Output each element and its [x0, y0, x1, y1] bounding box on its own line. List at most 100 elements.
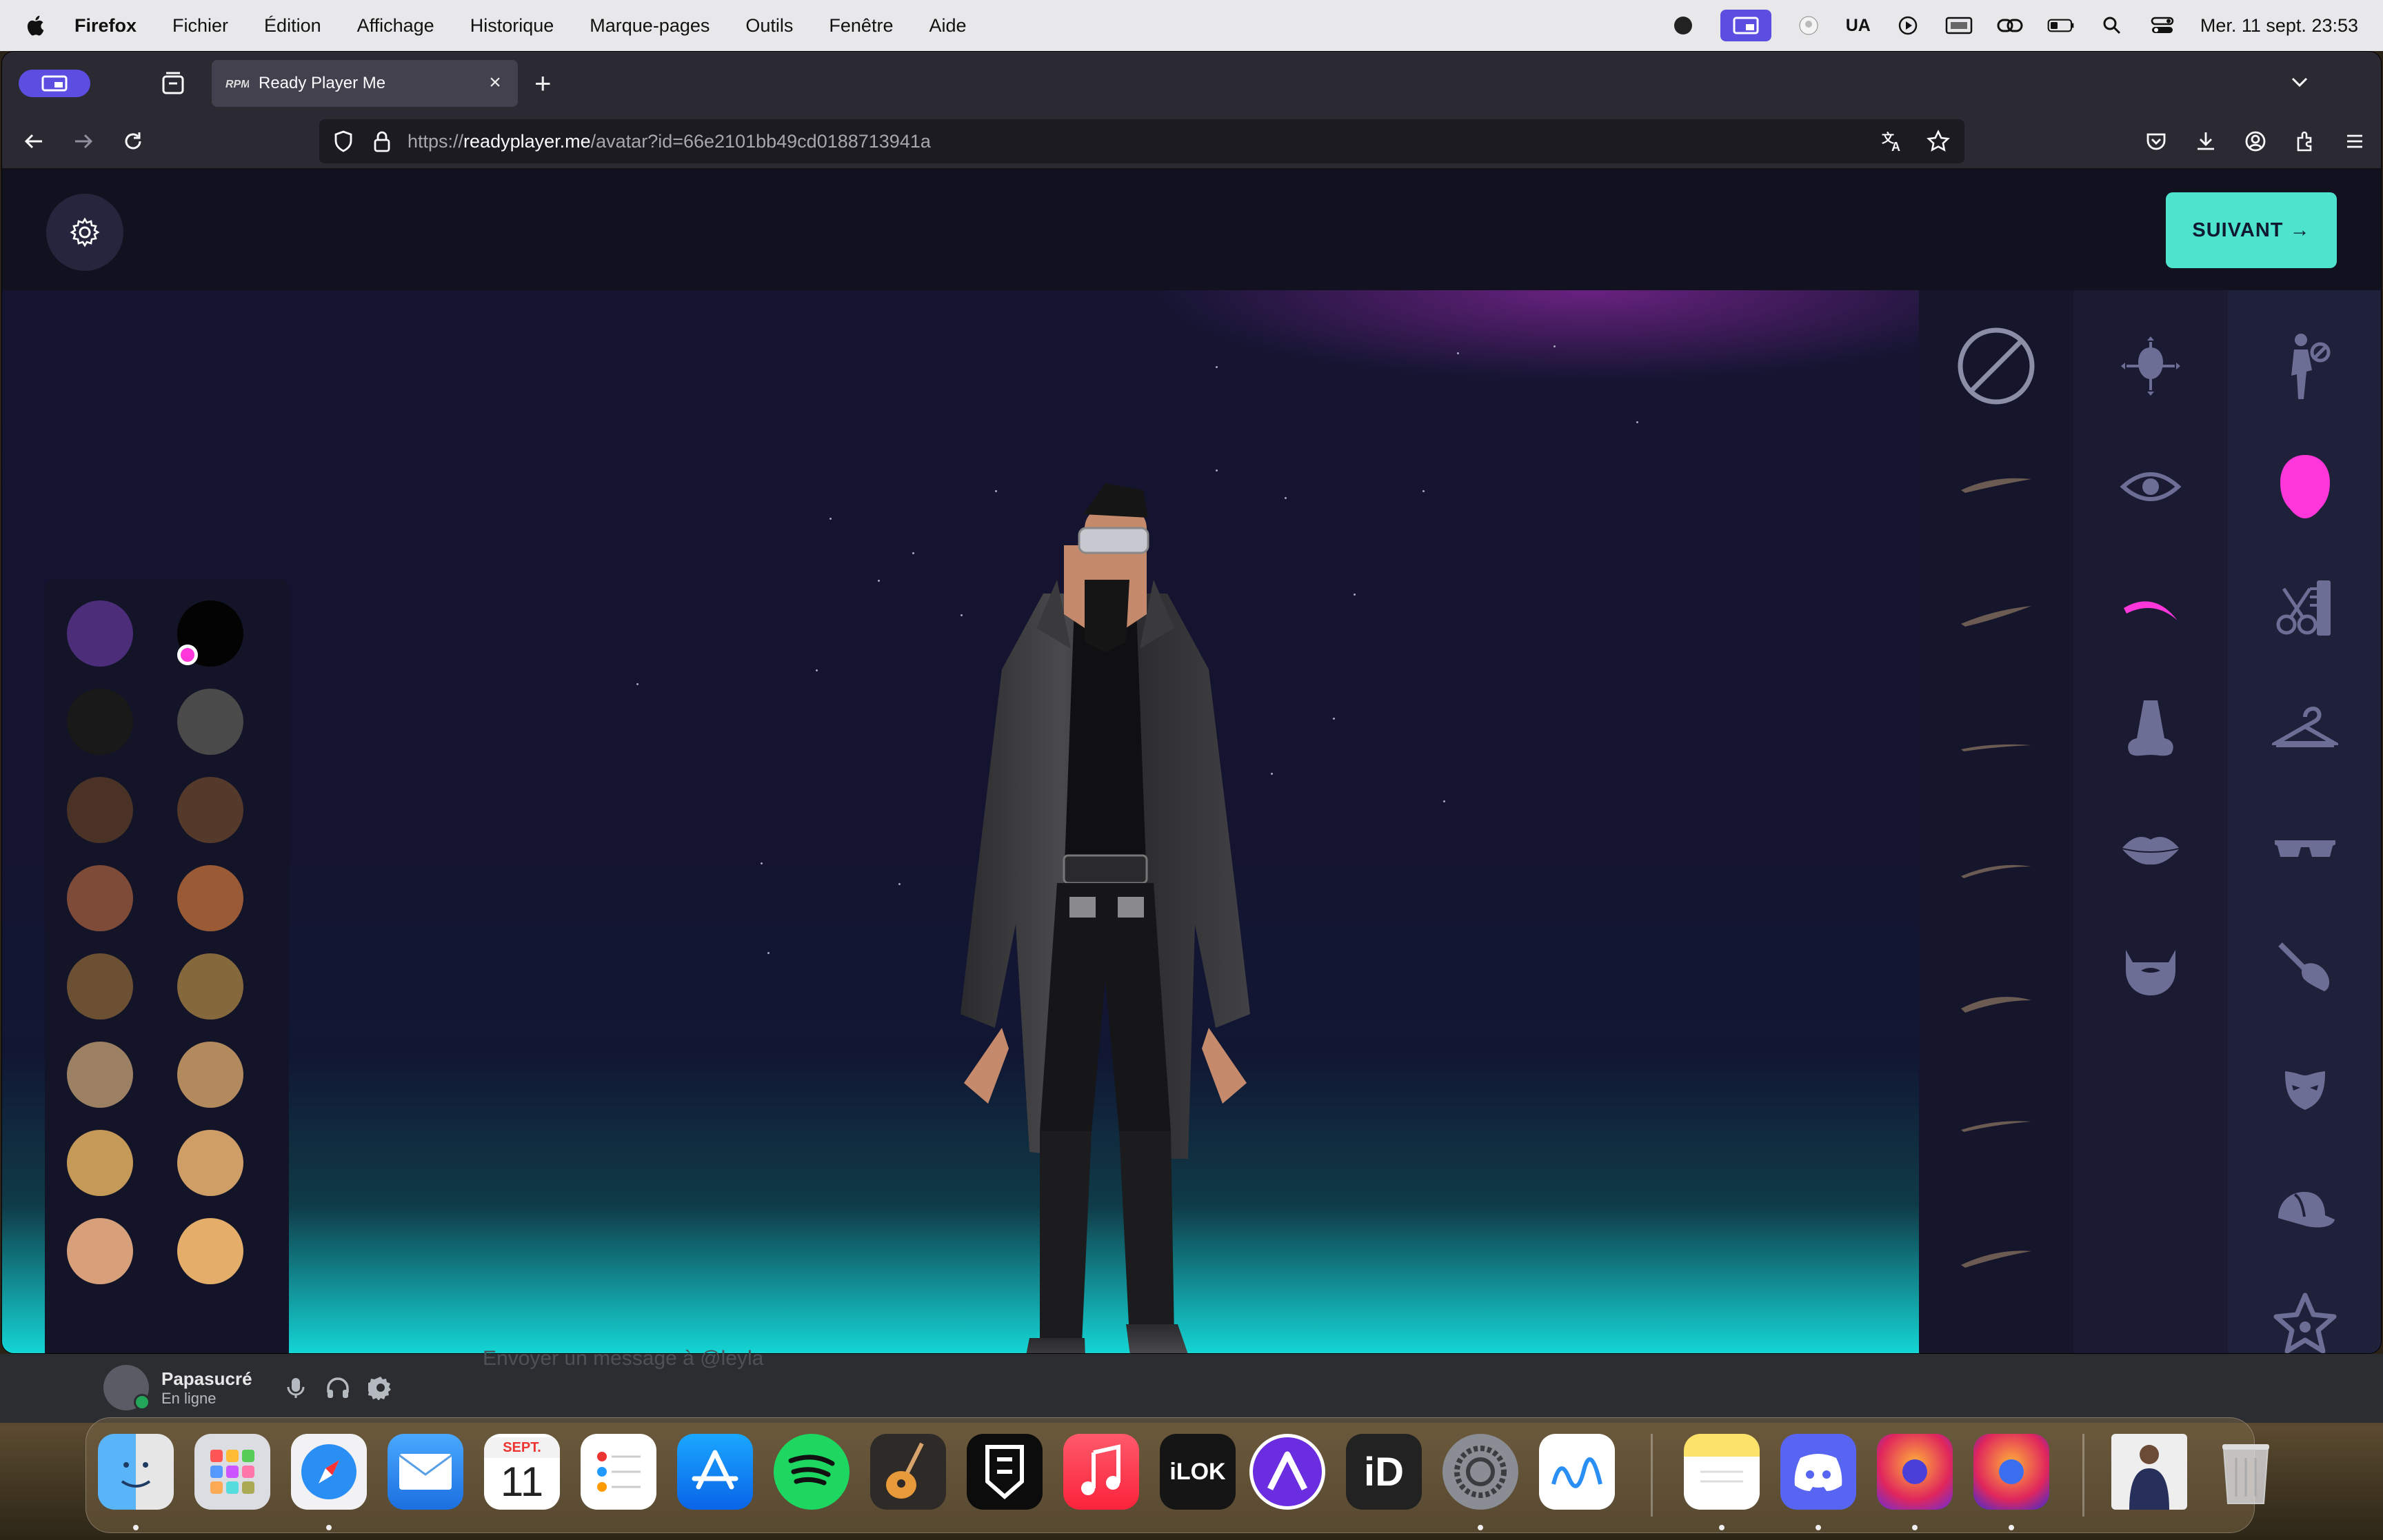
favorites-category[interactable]: [2228, 1283, 2381, 1353]
dock-safari[interactable]: [291, 1434, 367, 1510]
dock-id[interactable]: iD: [1346, 1434, 1422, 1510]
body-shape-tab[interactable]: [2073, 325, 2228, 407]
spotlight-icon[interactable]: [2098, 14, 2126, 37]
color-swatch[interactable]: [177, 689, 243, 755]
tracking-protection-shield-icon[interactable]: [332, 130, 355, 153]
bookmark-star-icon[interactable]: [1926, 129, 1951, 154]
apple-icon[interactable]: [25, 12, 48, 39]
dock-trash[interactable]: [2208, 1434, 2284, 1510]
microphone-icon[interactable]: [284, 1376, 308, 1399]
glasses-category[interactable]: [2228, 807, 2381, 890]
eyebrow-style-2[interactable]: [1919, 587, 2073, 642]
dock-freeform[interactable]: [1539, 1434, 1615, 1510]
avatar[interactable]: [103, 1365, 150, 1410]
keyboard-layout[interactable]: UA: [1846, 16, 1871, 36]
menu-app-name[interactable]: Firefox: [74, 15, 137, 37]
menu-edition[interactable]: Édition: [264, 15, 321, 37]
menu-historique[interactable]: Historique: [470, 15, 554, 37]
color-swatch[interactable]: [177, 1218, 243, 1284]
back-arrow-icon[interactable]: [19, 126, 49, 156]
translate-icon[interactable]: 文A: [1880, 129, 1905, 154]
color-swatch[interactable]: [67, 777, 133, 843]
dock-app-store[interactable]: [677, 1434, 753, 1510]
control-center-icon[interactable]: [2149, 14, 2177, 37]
nose-tab[interactable]: [2073, 687, 2228, 769]
dock-finder[interactable]: [98, 1434, 174, 1510]
color-swatch-selected[interactable]: [177, 600, 243, 667]
discord-user-panel[interactable]: Papasucré En ligne: [103, 1357, 428, 1419]
menu-fichier[interactable]: Fichier: [172, 15, 228, 37]
dock-ilok[interactable]: iLOK: [1160, 1434, 1236, 1510]
account-icon[interactable]: [2240, 126, 2271, 156]
avatar-figure[interactable]: [898, 442, 1312, 1354]
link-icon[interactable]: [1996, 14, 2024, 37]
color-swatch[interactable]: [67, 1130, 133, 1196]
forward-arrow-icon[interactable]: [68, 126, 99, 156]
dock-spotify[interactable]: [774, 1434, 849, 1510]
discord-message-input[interactable]: Envoyer un message à @leyla: [483, 1347, 763, 1370]
eyebrow-style-1[interactable]: [1919, 456, 2073, 511]
lock-icon[interactable]: [372, 130, 392, 153]
address-bar[interactable]: https://readyplayer.me/avatar?id=66e2101…: [319, 119, 1964, 163]
eye-tab[interactable]: [2073, 445, 2228, 528]
settings-button[interactable]: [46, 194, 123, 271]
list-all-tabs-icon[interactable]: [2286, 68, 2313, 96]
dock-calendar[interactable]: SEPT. 11: [484, 1434, 560, 1510]
menu-aide[interactable]: Aide: [929, 15, 966, 37]
color-swatch[interactable]: [67, 1042, 133, 1108]
menu-outils[interactable]: Outils: [745, 15, 793, 37]
new-tab-button[interactable]: +: [534, 67, 552, 100]
tab-close-icon[interactable]: ×: [483, 71, 507, 94]
accessibility-icon[interactable]: [1795, 14, 1822, 37]
screen-share-icon[interactable]: [1720, 10, 1771, 41]
dock-mail[interactable]: [388, 1434, 463, 1510]
dock-firefox[interactable]: [1877, 1434, 1953, 1510]
recording-icon[interactable]: [1669, 14, 1697, 37]
eyebrow-tab-selected[interactable]: [2073, 566, 2228, 649]
color-swatch[interactable]: [67, 1218, 133, 1284]
color-swatch[interactable]: [177, 953, 243, 1020]
ci-icon[interactable]: [1945, 14, 1973, 37]
color-swatch[interactable]: [67, 865, 133, 931]
eyebrow-style-6[interactable]: [1919, 1097, 2073, 1152]
lips-tab[interactable]: [2073, 807, 2228, 890]
cap-category[interactable]: [2228, 1169, 2381, 1252]
tab-overview-icon[interactable]: [159, 70, 187, 97]
hamburger-menu-icon[interactable]: [2340, 126, 2370, 156]
play-icon[interactable]: [1894, 14, 1922, 37]
dock-discord[interactable]: [1780, 1434, 1856, 1510]
dock-reminders[interactable]: [581, 1434, 656, 1510]
gear-icon[interactable]: [368, 1375, 393, 1400]
color-swatch[interactable]: [177, 1130, 243, 1196]
head-category-selected[interactable]: [2228, 445, 2381, 528]
reload-icon[interactable]: [118, 126, 148, 156]
color-swatch[interactable]: [67, 953, 133, 1020]
headphones-icon[interactable]: [325, 1376, 350, 1399]
next-button[interactable]: SUIVANT →: [2166, 192, 2337, 268]
eyebrow-style-3[interactable]: [1919, 718, 2073, 773]
dock-arc[interactable]: [1249, 1434, 1325, 1510]
dock-music[interactable]: [1063, 1434, 1139, 1510]
dock-ninja[interactable]: [967, 1434, 1043, 1510]
battery-icon[interactable]: [2047, 14, 2075, 37]
color-swatch[interactable]: [67, 600, 133, 667]
avatar-3d-viewport[interactable]: [2, 290, 1919, 1354]
dock-launchpad[interactable]: [194, 1434, 270, 1510]
downloads-icon[interactable]: [2191, 126, 2221, 156]
color-swatch[interactable]: [177, 865, 243, 931]
menu-marque-pages[interactable]: Marque-pages: [590, 15, 710, 37]
makeup-category[interactable]: [2228, 928, 2381, 1011]
dock-firefox-developer[interactable]: [1973, 1434, 2049, 1510]
dock-garageband[interactable]: [870, 1434, 946, 1510]
dock-notes[interactable]: [1684, 1434, 1760, 1510]
color-swatch[interactable]: [67, 689, 133, 755]
color-swatch[interactable]: [177, 777, 243, 843]
sidebar-toggle-button[interactable]: [19, 70, 90, 97]
hairstyle-category[interactable]: [2228, 566, 2381, 649]
dock-system-settings[interactable]: [1442, 1434, 1518, 1510]
eyebrow-style-5[interactable]: [1919, 973, 2073, 1028]
menu-fenetre[interactable]: Fenêtre: [829, 15, 893, 37]
menu-clock[interactable]: Mer. 11 sept. 23:53: [2200, 15, 2358, 37]
body-category[interactable]: [2228, 325, 2381, 407]
tab-ready-player-me[interactable]: RPM Ready Player Me ×: [212, 60, 518, 107]
